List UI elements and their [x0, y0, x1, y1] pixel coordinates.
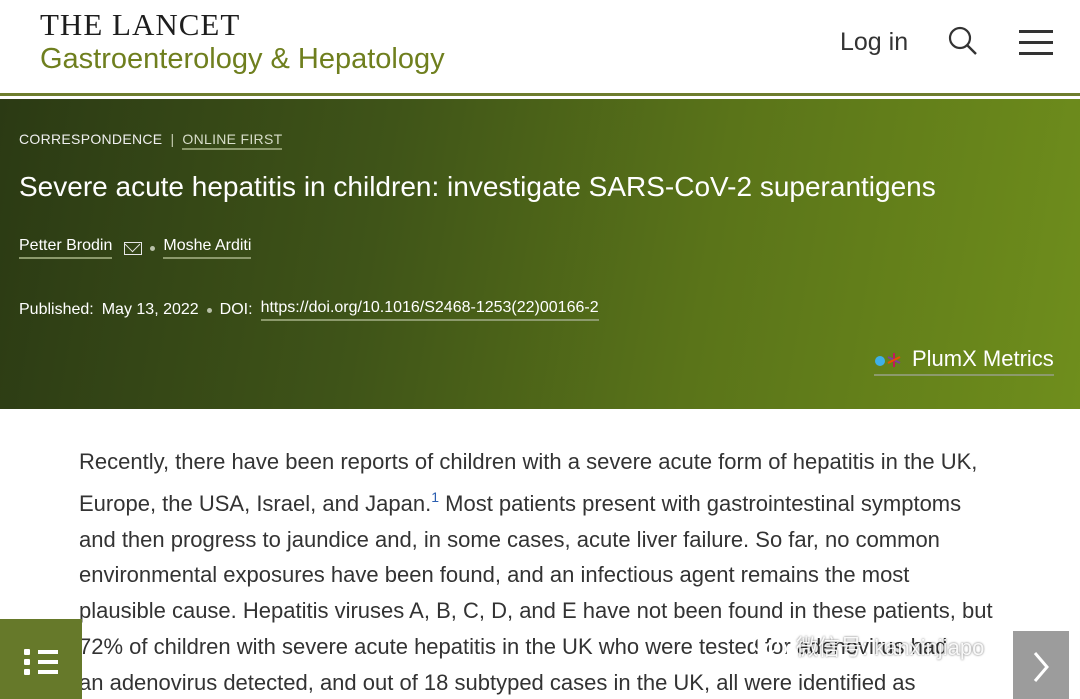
article-category: CORRESPONDENCE | ONLINE FIRST [19, 131, 283, 150]
body-line: Recently, there have been reports of chi… [79, 449, 978, 474]
watermark-text: 微信号: kanxinjiapo [796, 635, 985, 660]
body-line: and then progress to jaundice and, in so… [79, 526, 940, 552]
body-line: Europe, the USA, Israel, and Japan.1 Mos… [79, 488, 962, 516]
separator-dot [206, 307, 212, 313]
published-date: May 13, 2022 [101, 301, 199, 318]
reference-link[interactable]: 1 [431, 489, 439, 505]
doi-link[interactable]: https://doi.org/10.1016/S2468-1253(22)00… [260, 299, 599, 321]
search-icon[interactable] [948, 26, 978, 56]
journal-logo[interactable]: THE LANCET Gastroenterology & Hepatology [40, 8, 445, 76]
hamburger-menu-icon[interactable] [1019, 30, 1053, 56]
brand-title: THE LANCET [40, 7, 241, 42]
login-link[interactable]: Log in [840, 28, 908, 57]
body-line: an adenovirus detected, and out of 18 su… [79, 669, 916, 695]
separator-dot [150, 245, 156, 251]
published-label: Published: [19, 301, 94, 318]
online-first-link[interactable]: ONLINE FIRST [182, 131, 283, 150]
wechat-watermark: 微信号: kanxinjiapo [752, 630, 984, 662]
body-line: environmental exposures have been found,… [79, 562, 910, 588]
chevron-right-icon [1033, 652, 1049, 682]
plumx-metrics-link[interactable]: PlumX Metrics [874, 346, 1054, 376]
author-link[interactable]: Petter Brodin [19, 237, 113, 259]
author-list: Petter Brodin Moshe Arditi [19, 237, 252, 259]
section-label: CORRESPONDENCE [19, 131, 163, 147]
site-header: THE LANCET Gastroenterology & Hepatology… [0, 0, 1080, 96]
doi-label: DOI: [219, 301, 253, 318]
next-article-button[interactable] [1013, 631, 1069, 699]
article-title: Severe acute hepatitis in children: inve… [19, 171, 936, 202]
brand-subtitle: Gastroenterology & Hepatology [40, 43, 445, 75]
wechat-icon [753, 634, 787, 658]
article-hero: CORRESPONDENCE | ONLINE FIRST Severe acute… [0, 99, 1080, 409]
author-link[interactable]: Moshe Arditi [163, 237, 252, 259]
plumx-icon [875, 353, 901, 367]
body-line: plausible cause. Hepatitis viruses A, B,… [79, 598, 993, 624]
plumx-label: PlumX Metrics [912, 346, 1054, 371]
article-meta: Published: May 13, 2022 DOI: https://doi… [19, 299, 599, 321]
table-of-contents-button[interactable] [0, 619, 82, 699]
mail-icon[interactable] [124, 241, 143, 255]
